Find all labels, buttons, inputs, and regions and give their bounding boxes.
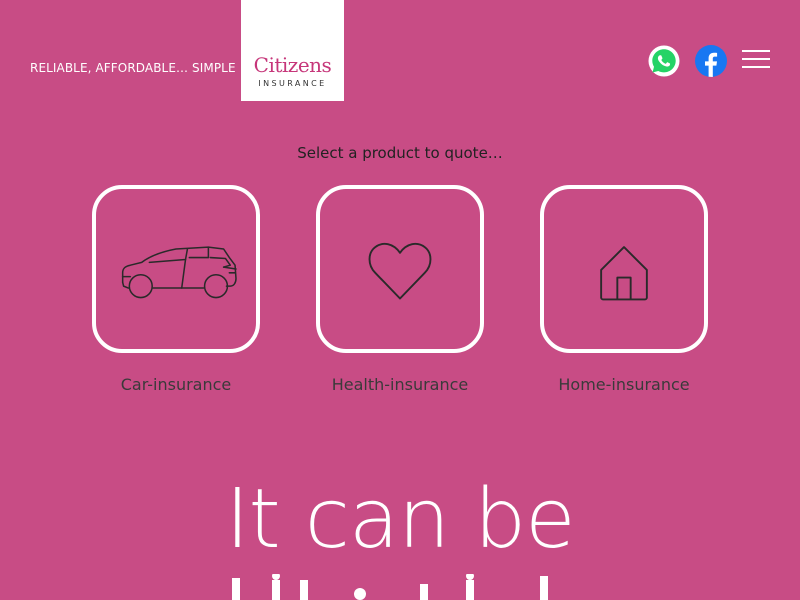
tagline: RELIABLE, AFFORDABLE… SIMPLE [30, 61, 236, 75]
heart-icon [368, 242, 432, 300]
hero-cutoff-glyphs [232, 574, 548, 600]
facebook-icon[interactable] [695, 45, 727, 77]
product-label: Health-insurance [331, 375, 469, 394]
product-tile[interactable] [316, 185, 484, 353]
product-home-insurance[interactable]: Home-insurance [536, 185, 712, 394]
product-tile[interactable] [92, 185, 260, 353]
menu-icon[interactable] [742, 50, 770, 70]
product-label: Home-insurance [558, 375, 690, 394]
menu-bar [742, 66, 770, 68]
product-tile[interactable] [540, 185, 708, 353]
page: RELIABLE, AFFORDABLE… SIMPLE Citizens IN… [0, 0, 800, 600]
hero-headline-continued [0, 574, 800, 600]
menu-bar [742, 58, 770, 60]
product-car-insurance[interactable]: Car-insurance [88, 185, 264, 394]
logo-name: Citizens [253, 53, 332, 77]
menu-bar [742, 50, 770, 52]
whatsapp-icon[interactable] [648, 45, 680, 77]
product-prompt: Select a product to quote… [297, 144, 503, 162]
hero-headline: It can be [225, 472, 575, 567]
citizens-insurance-logo[interactable]: Citizens INSURANCE [241, 0, 344, 101]
product-health-insurance[interactable]: Health-insurance [312, 185, 488, 394]
house-icon [600, 246, 648, 301]
logo-subtitle: INSURANCE [258, 79, 327, 88]
car-icon [121, 246, 237, 299]
product-label: Car-insurance [120, 375, 232, 394]
